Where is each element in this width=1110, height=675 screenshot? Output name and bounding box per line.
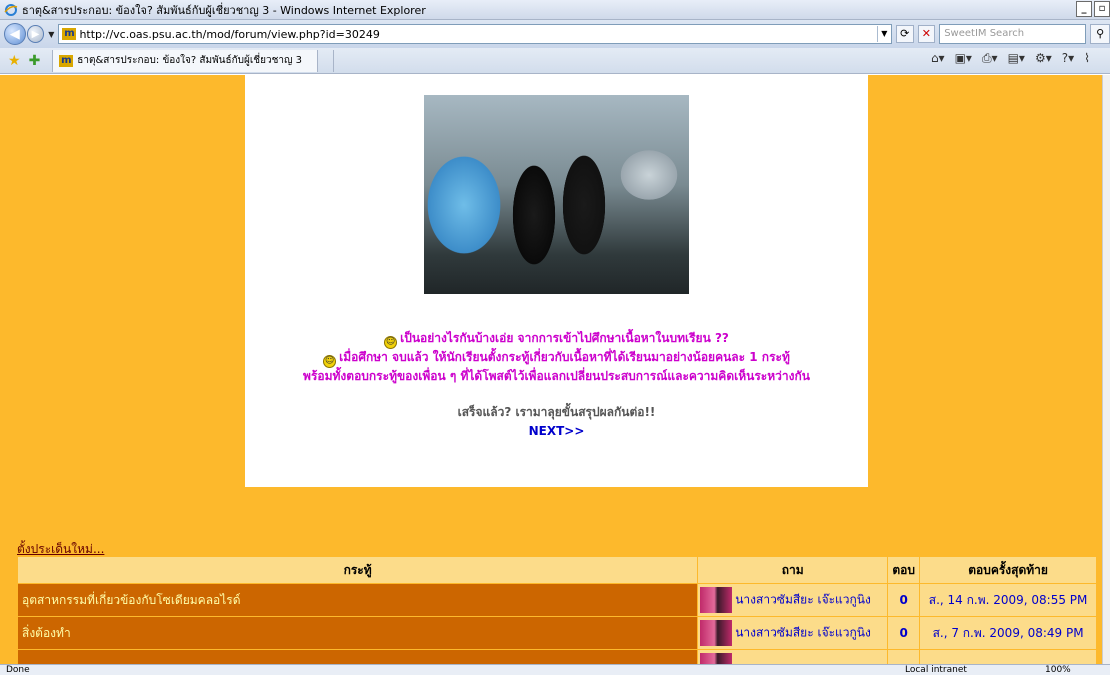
last-post-link[interactable] — [919, 649, 1097, 664]
window-title: ธาตุ&สารประกอบ: ข้องใจ? สัมพันธ์กับผู้เช… — [22, 3, 426, 17]
last-post-column-header[interactable]: ตอบครั้งสุดท้าย — [919, 556, 1097, 584]
address-dropdown-icon[interactable]: ▼ — [876, 26, 891, 42]
intro-post: ☺ เป็นอย่างไรกันบ้างเอ่ย จากการเข้าไปศึกษ… — [245, 75, 868, 487]
smiley-icon: ☺ — [384, 336, 398, 349]
new-tab-button[interactable] — [318, 49, 335, 72]
students-photo — [424, 95, 689, 294]
back-button[interactable]: ◀ — [4, 23, 26, 45]
smiley-icon: ☺ — [323, 355, 337, 368]
page-content: ☺ เป็นอย่างไรกันบ้างเอ่ย จากการเข้าไปศึกษ… — [0, 75, 1102, 664]
security-zone[interactable]: Local intranet — [905, 665, 967, 675]
print-icon[interactable]: ⎙▾ — [982, 51, 998, 66]
tools-icon[interactable]: ⚙▾ — [1035, 51, 1052, 66]
tab-toolbar: ★ ✚ m ธาตุ&สารประกอบ: ข้องใจ? สัมพันธ์กั… — [0, 48, 1110, 74]
avatar[interactable] — [700, 653, 733, 664]
author-link[interactable]: นางสาวซัมสียะ เจ๊ะแวกูนิง — [735, 626, 871, 640]
maximize-button[interactable]: ▫ — [1094, 1, 1110, 17]
internet-explorer-icon — [4, 3, 18, 16]
status-text: Done — [6, 665, 30, 675]
research-icon[interactable]: ⌇ — [1084, 51, 1090, 66]
forward-button[interactable]: ▶ — [26, 25, 45, 43]
stop-button[interactable]: ✕ — [917, 25, 936, 43]
replies-count[interactable] — [887, 649, 921, 664]
topic-link[interactable]: สิ่งต้องทำ — [16, 616, 699, 650]
author-link[interactable]: นางสาวซัมสียะ เจ๊ะแวกูนิง — [735, 593, 871, 607]
refresh-button[interactable]: ⟳ — [895, 25, 914, 43]
author-cell: นางสาวซัมสียะ เจ๊ะแวกูนิง — [697, 616, 889, 650]
zoom-level[interactable]: 100% — [1045, 665, 1071, 675]
topic-column-header[interactable]: กระทู้ — [16, 556, 699, 584]
replies-column-header[interactable]: ตอบ — [887, 556, 921, 584]
status-bar: Done Local intranet 100% — [0, 664, 1110, 675]
vertical-scrollbar[interactable] — [1102, 75, 1110, 664]
feeds-icon[interactable]: ▣▾ — [955, 51, 972, 66]
window-titlebar: ธาตุ&สารประกอบ: ข้องใจ? สัมพันธ์กับผู้เช… — [0, 0, 1110, 20]
topic-link[interactable]: อุตสาหกรรมที่เกี่ยวข้องกับโซเดียมคลอไรด์ — [16, 583, 699, 617]
table-header-row: กระทู้ ถาม ตอบ ตอบครั้งสุดท้าย — [16, 556, 1097, 584]
next-link[interactable]: NEXT>> — [529, 424, 585, 438]
browser-tab[interactable]: m ธาตุ&สารประกอบ: ข้องใจ? สัมพันธ์กับผู้… — [52, 49, 319, 72]
last-post-link[interactable]: ส., 14 ก.พ. 2009, 08:55 PM — [919, 583, 1097, 617]
replies-count[interactable]: 0 — [887, 583, 921, 617]
table-row: สิ่งต้องทำ นางสาวซัมสียะ เจ๊ะแวกูนิง 0 ส… — [16, 616, 1097, 650]
author-cell: นางสาวซัมสียะ เจ๊ะแวกูนิง — [697, 583, 889, 617]
post-message: ☺ เป็นอย่างไรกันบ้างเอ่ย จากการเข้าไปศึกษ… — [245, 330, 868, 438]
site-favicon-icon: m — [62, 28, 77, 40]
minimize-button[interactable]: _ — [1076, 1, 1092, 17]
add-favorites-icon[interactable]: ✚ — [29, 53, 41, 69]
message-line-3: พร้อมทั้งตอบกระทู้ของเพื่อน ๆ ที่ได้โพสต… — [303, 369, 810, 383]
favorites-star-icon[interactable]: ★ — [8, 53, 21, 69]
topic-link[interactable] — [16, 649, 699, 664]
message-line-1: ☺ เป็นอย่างไรกันบ้างเอ่ย จากการเข้าไปศึกษ… — [384, 331, 729, 349]
address-url[interactable]: http://vc.oas.psu.ac.th/mod/forum/view.p… — [79, 28, 876, 41]
help-icon[interactable]: ?▾ — [1062, 51, 1074, 66]
done-text: เสร็จแล้ว? เรามาลุยขั้นสรุปผลกันต่อ!! — [457, 405, 656, 419]
tab-label: ธาตุ&สารประกอบ: ข้องใจ? สัมพันธ์กับผู้เช… — [77, 55, 303, 66]
author-column-header[interactable]: ถาม — [697, 556, 889, 584]
address-bar[interactable]: m http://vc.oas.psu.ac.th/mod/forum/view… — [58, 24, 892, 44]
home-icon[interactable]: ⌂▾ — [931, 51, 945, 66]
tab-favicon-icon: m — [59, 54, 74, 67]
history-dropdown-icon[interactable]: ▼ — [48, 30, 54, 39]
table-row: อุตสาหกรรมที่เกี่ยวข้องกับโซเดียมคลอไรด์… — [16, 583, 1097, 617]
search-input[interactable]: SweetIM Search — [939, 24, 1087, 44]
message-line-2: ☺ เมื่อศึกษา จบแล้ว ให้นักเรียนตั้งกระทู้… — [323, 350, 790, 368]
table-row — [16, 649, 1097, 664]
search-icon[interactable]: ⚲ — [1090, 24, 1110, 44]
forum-topics-table: กระทู้ ถาม ตอบ ตอบครั้งสุดท้าย อุตสาหกรร… — [16, 556, 1097, 664]
avatar[interactable] — [700, 587, 733, 613]
address-toolbar: ◀ ▶ ▼ m http://vc.oas.psu.ac.th/mod/foru… — [0, 20, 1110, 48]
replies-count[interactable]: 0 — [887, 616, 921, 650]
last-post-link[interactable]: ส., 7 ก.พ. 2009, 08:49 PM — [919, 616, 1097, 650]
command-bar: ⌂▾ ▣▾ ⎙▾ ▤▾ ⚙▾ ?▾ ⌇ — [931, 51, 1090, 66]
avatar[interactable] — [700, 620, 733, 646]
author-cell — [697, 649, 889, 664]
page-icon[interactable]: ▤▾ — [1008, 51, 1025, 66]
